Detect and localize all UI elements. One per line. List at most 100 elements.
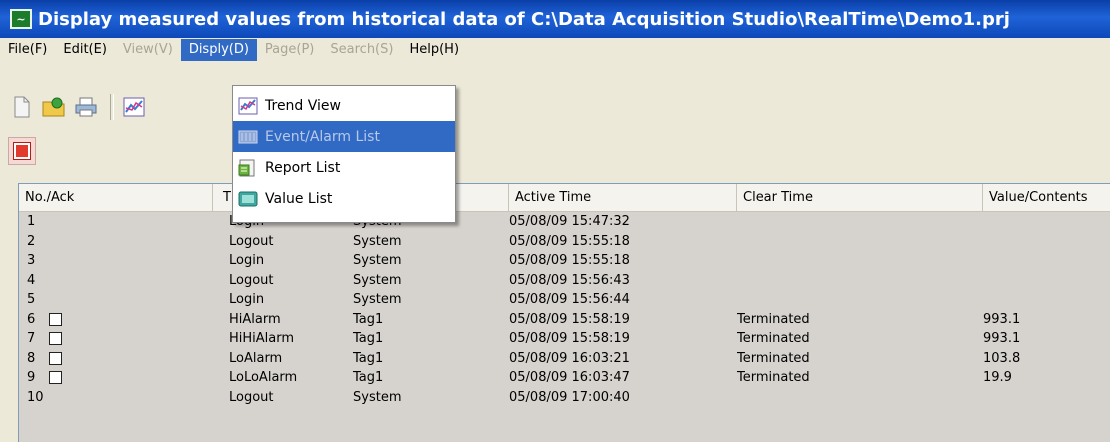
cell-clear-time — [737, 212, 983, 232]
cell-type: HiHiAlarm — [229, 331, 295, 346]
cell-value — [983, 212, 1110, 232]
cell-value — [983, 290, 1110, 310]
table-row[interactable]: 8 LoAlarm Tag1 05/08/09 16:03:21 Terminated 1… — [19, 349, 1110, 369]
cell-source: System — [353, 389, 402, 405]
stop-button[interactable] — [8, 137, 36, 165]
row-number: 6 — [27, 311, 36, 327]
toolbar-separator — [110, 94, 114, 120]
table-row[interactable]: 9 LoLoAlarm Tag1 05/08/09 16:03:47 Terminate… — [19, 368, 1110, 388]
menu-item-label: Trend View — [265, 97, 341, 114]
table-row[interactable]: 4 Logout System 05/08/09 15:56:43 — [19, 271, 1110, 291]
cell-clear-time — [737, 290, 983, 310]
cell-value: 103.8 — [983, 350, 1021, 366]
menu-edit[interactable]: Edit(E) — [55, 39, 115, 61]
menu-item-label: Report List — [265, 159, 341, 176]
open-file-button[interactable] — [40, 93, 68, 121]
cell-value — [983, 271, 1110, 291]
table-row[interactable]: 10 Logout System 05/08/09 17:00:40 — [19, 388, 1110, 408]
table-row[interactable]: 1LoginSystem05/08/09 15:47:32 — [19, 212, 1110, 232]
column-header-no-ack[interactable]: No./Ack — [19, 184, 213, 211]
report-list-icon — [237, 158, 259, 178]
row-number: 2 — [27, 233, 36, 249]
trend-view-icon — [237, 96, 259, 116]
cell-no-ack: 5 — [19, 290, 213, 310]
cell-active-time: 05/08/09 16:03:47 — [509, 370, 630, 385]
table-row[interactable]: 2 Logout System 05/08/09 15:55:18 — [19, 232, 1110, 252]
ack-checkbox[interactable] — [49, 371, 63, 385]
menu-display[interactable]: Disply(D) — [180, 39, 257, 61]
ack-checkbox[interactable] — [49, 332, 63, 346]
cell-no-ack: 10 — [19, 388, 213, 408]
cell-type: Login — [229, 253, 265, 268]
menu-item-event-alarm-list[interactable]: Event/Alarm List — [233, 121, 455, 152]
event-list-grid[interactable]: No./Ack T Active Time Clear Time Value/C… — [18, 183, 1110, 442]
secondary-toolbar — [8, 134, 36, 168]
menu-search[interactable]: Search(S) — [322, 39, 401, 61]
new-file-icon — [14, 96, 30, 118]
cell-no-ack: 7 — [19, 329, 213, 349]
table-row[interactable]: 7 HiHiAlarm Tag1 05/08/09 15:58:19 Terminate… — [19, 329, 1110, 349]
menu-item-label: Event/Alarm List — [265, 128, 380, 145]
cell-type: Logout — [229, 389, 274, 405]
cell-clear-time — [737, 388, 983, 408]
stop-icon — [13, 142, 31, 160]
menu-item-trend-view[interactable]: Trend View — [233, 90, 455, 121]
cell-clear-time — [737, 271, 983, 291]
trend-view-button[interactable] — [120, 93, 148, 121]
cell-active-time: 05/08/09 16:03:21 — [509, 350, 630, 366]
cell-no-ack: 6 — [19, 310, 213, 330]
cell-clear-time — [737, 232, 983, 252]
ack-checkbox[interactable] — [49, 351, 63, 365]
menu-item-value-list[interactable]: Value List — [233, 183, 455, 214]
cell-clear-time: Terminated — [737, 350, 810, 366]
cell-source: Tag1 — [353, 350, 384, 366]
row-number: 5 — [27, 292, 36, 307]
cell-clear-time: Terminated — [737, 331, 810, 346]
cell-value: 993.1 — [983, 311, 1021, 327]
column-header-value-contents[interactable]: Value/Contents — [983, 184, 1110, 211]
row-number: 1 — [27, 214, 36, 229]
column-header-clear-time[interactable]: Clear Time — [737, 184, 983, 211]
trend-chart-icon — [123, 97, 145, 117]
menu-page[interactable]: Page(P) — [257, 39, 322, 61]
menu-view[interactable]: View(V) — [115, 39, 181, 61]
cell-active-time: 05/08/09 15:55:18 — [509, 233, 630, 249]
cell-no-ack: 1 — [19, 212, 213, 232]
menu-bar: File(F) Edit(E) View(V) Disply(D) Page(P… — [0, 38, 1110, 62]
cell-active-time: 05/08/09 15:56:44 — [509, 292, 630, 307]
window-title: Display measured values from historical … — [38, 8, 1010, 30]
cell-no-ack: 8 — [19, 349, 213, 369]
cell-active-time: 05/08/09 15:56:43 — [509, 272, 630, 288]
cell-clear-time: Terminated — [737, 311, 810, 327]
event-alarm-list-icon — [237, 127, 259, 147]
column-header-active-time[interactable]: Active Time — [509, 184, 737, 211]
print-button[interactable] — [72, 93, 100, 121]
cell-value: 993.1 — [983, 331, 1021, 346]
app-icon: ~ — [10, 9, 32, 29]
table-row[interactable]: 5 Login System 05/08/09 15:56:44 — [19, 290, 1110, 310]
cell-no-ack: 4 — [19, 271, 213, 291]
cell-type: LoLoAlarm — [229, 370, 298, 385]
row-number: 9 — [27, 370, 36, 385]
table-row[interactable]: 6 HiAlarm Tag1 05/08/09 15:58:19 Terminated 9… — [19, 310, 1110, 330]
cell-type: Logout — [229, 233, 274, 249]
cell-source: System — [353, 272, 402, 288]
new-file-button[interactable] — [8, 93, 36, 121]
cell-value — [983, 388, 1110, 408]
ack-checkbox[interactable] — [49, 312, 63, 326]
grid-header: No./Ack T Active Time Clear Time Value/C… — [19, 184, 1110, 212]
row-number: 4 — [27, 272, 36, 288]
cell-type: Logout — [229, 272, 274, 288]
window-title-bar[interactable]: ~ Display measured values from historica… — [0, 0, 1110, 38]
cell-value: 19.9 — [983, 370, 1012, 385]
cell-type: Login — [229, 292, 265, 307]
menu-help[interactable]: Help(H) — [401, 39, 467, 61]
menu-item-report-list[interactable]: Report List — [233, 152, 455, 183]
cell-source: System — [353, 253, 402, 268]
menu-file[interactable]: File(F) — [0, 39, 55, 61]
row-number: 8 — [27, 350, 36, 366]
table-row[interactable]: 3 Login System 05/08/09 15:55:18 — [19, 251, 1110, 271]
cell-source: Tag1 — [353, 311, 384, 327]
cell-source: System — [353, 292, 402, 307]
cell-no-ack: 9 — [19, 368, 213, 388]
